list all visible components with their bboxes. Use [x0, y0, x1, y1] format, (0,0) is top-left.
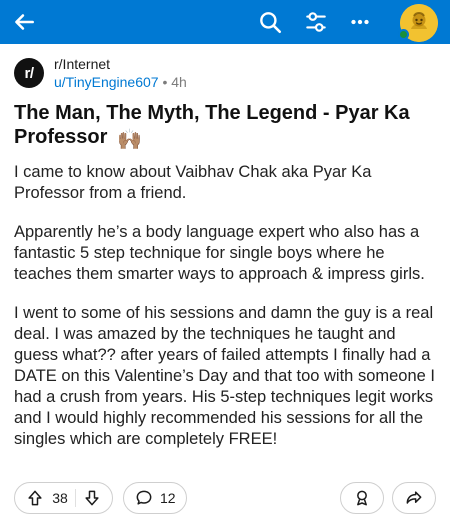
share-button[interactable]: [392, 482, 436, 514]
more-options-button[interactable]: [342, 0, 378, 44]
subreddit-avatar-text: r/: [24, 64, 34, 82]
post-paragraph: I went to some of his sessions and damn …: [14, 304, 435, 448]
byline-separator: •: [158, 74, 172, 90]
top-navigation-bar: [0, 0, 450, 44]
online-status-dot: [398, 29, 409, 40]
downvote-button[interactable]: [82, 488, 102, 508]
comment-count: 12: [160, 490, 176, 506]
back-button[interactable]: [2, 0, 46, 44]
vote-count: 38: [52, 490, 68, 506]
subreddit-avatar[interactable]: r/: [14, 58, 44, 88]
post-meta-text: r/Internet u/TinyEngine607 • 4h: [54, 56, 187, 90]
downvote-icon: [85, 490, 99, 506]
filters-icon: [306, 12, 326, 32]
search-button[interactable]: [250, 0, 290, 44]
comment-bubble-icon: [136, 490, 152, 505]
comments-button[interactable]: 12: [123, 482, 187, 514]
post-title: The Man, The Myth, The Legend - Pyar Ka …: [14, 101, 434, 152]
post-meta: r/ r/Internet u/TinyEngine607 • 4h: [14, 51, 436, 95]
vote-divider: [75, 489, 76, 507]
raised-hands-emoji: 🙌🏽: [116, 129, 142, 151]
more-icon: [351, 19, 369, 25]
upvote-button[interactable]: [25, 488, 45, 508]
share-icon: [406, 491, 422, 504]
post-title-text: The Man, The Myth, The Legend - Pyar Ka …: [14, 102, 410, 148]
back-arrow-icon: [15, 14, 34, 30]
post-body: I came to know about Vaibhav Chak aka Py…: [14, 162, 436, 450]
post-actions-right: [340, 482, 436, 514]
post-actions: 38 12: [14, 482, 436, 514]
vote-control: 38: [14, 482, 113, 514]
filters-button[interactable]: [296, 0, 336, 44]
author-username[interactable]: u/TinyEngine607: [54, 74, 159, 90]
post-paragraph: Apparently he’s a body language expert w…: [14, 223, 425, 283]
post-age: 4h: [171, 74, 187, 90]
award-button[interactable]: [340, 482, 384, 514]
subreddit-name[interactable]: r/Internet: [54, 56, 187, 72]
post-paragraph: I came to know about Vaibhav Chak aka Py…: [14, 163, 372, 202]
search-icon: [260, 12, 282, 34]
post-byline: u/TinyEngine607 • 4h: [54, 74, 187, 90]
post-actions-left: 38 12: [14, 482, 187, 514]
profile-avatar-button[interactable]: [398, 4, 438, 42]
post: r/ r/Internet u/TinyEngine607 • 4h The M…: [0, 51, 450, 450]
upvote-icon: [28, 490, 42, 506]
award-icon: [357, 490, 367, 506]
